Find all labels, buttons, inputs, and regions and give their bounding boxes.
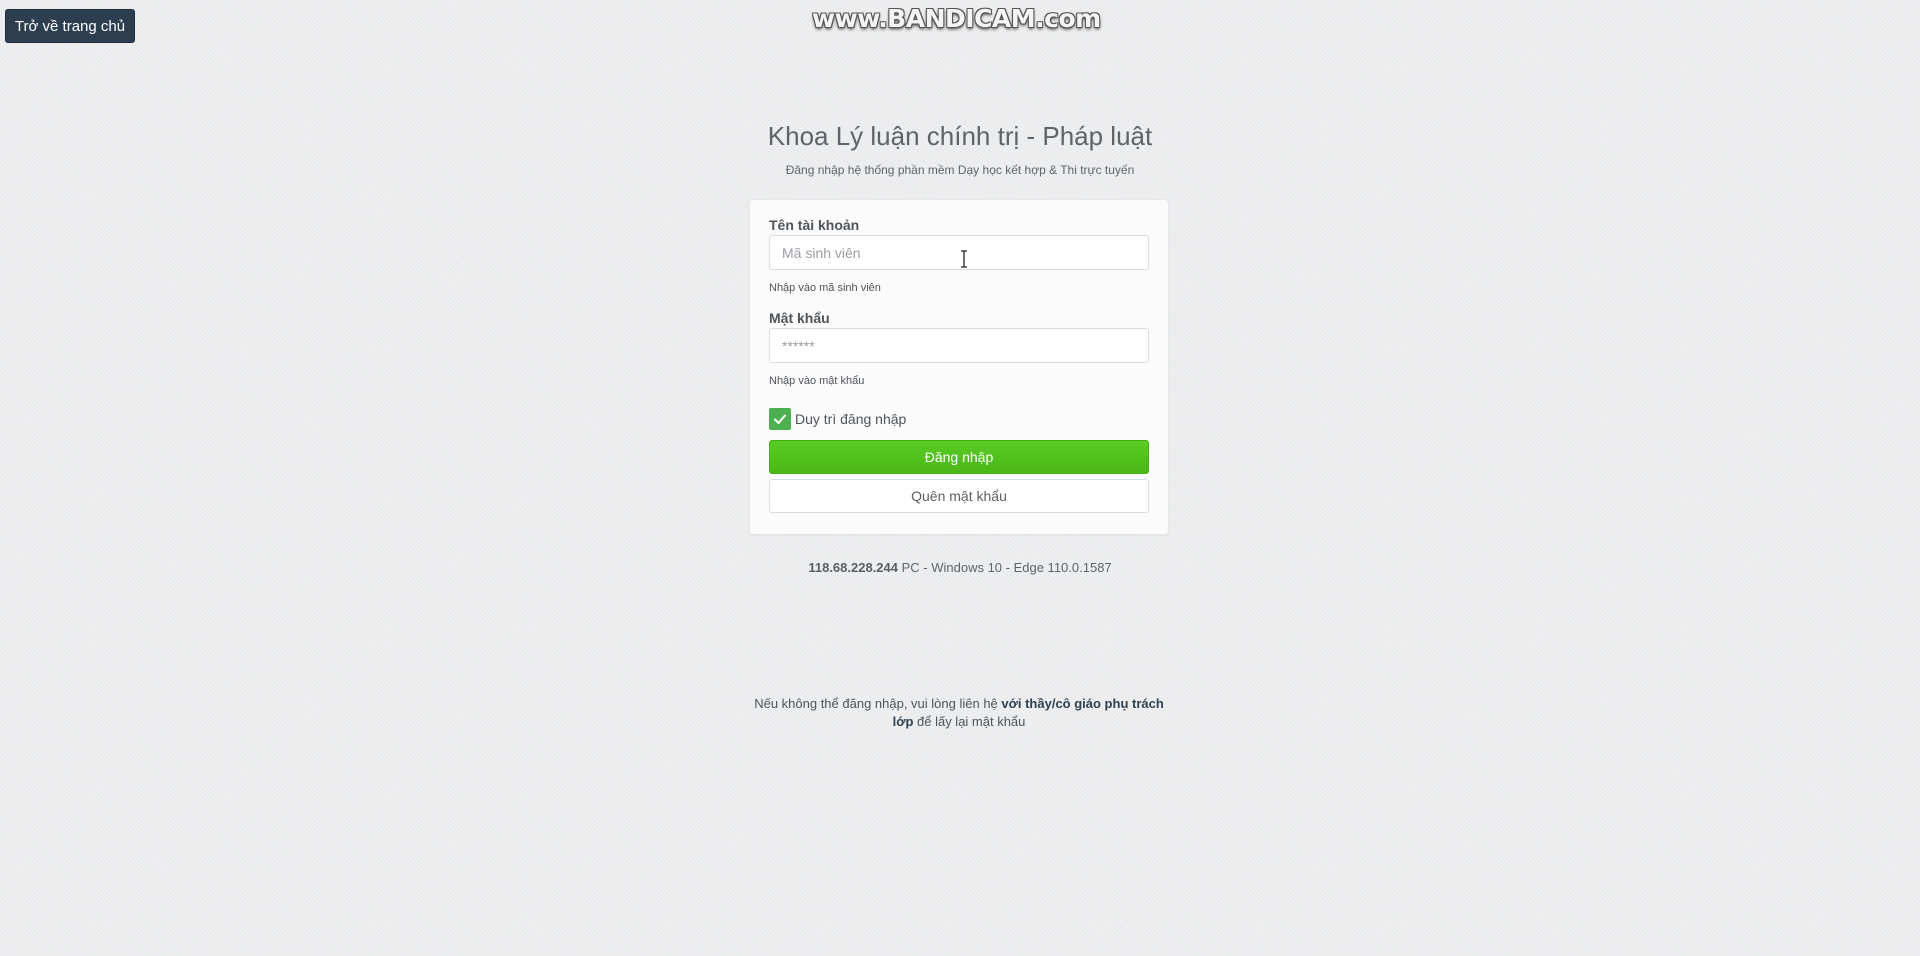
text-cursor-icon (961, 250, 967, 268)
password-input[interactable] (769, 328, 1149, 363)
client-details: PC - Windows 10 - Edge 110.0.1587 (898, 560, 1112, 575)
password-help-text: Nhập vào mật khẩu (769, 375, 865, 387)
bandicam-watermark: www.BANDICAM.com (812, 4, 1101, 33)
back-to-home-button[interactable]: Trở về trang chủ (5, 9, 135, 43)
remember-me-row[interactable]: Duy trì đăng nhập (769, 408, 906, 430)
remember-me-checkbox[interactable] (769, 408, 791, 430)
password-label: Mật khẩu (769, 310, 830, 326)
footer-note: Nếu không thể đăng nhập, vui lòng liên h… (749, 695, 1169, 731)
client-ip: 118.68.228.244 (808, 560, 898, 575)
check-icon (774, 414, 786, 424)
forgot-password-button[interactable]: Quên mật khẩu (769, 479, 1149, 513)
page-title: Khoa Lý luận chính trị - Pháp luật (767, 121, 1153, 151)
remember-me-label: Duy trì đăng nhập (795, 411, 907, 427)
login-button[interactable]: Đăng nhập (769, 440, 1149, 474)
username-label: Tên tài khoản (769, 217, 860, 233)
username-help-text: Nhập vào mã sinh viên (769, 282, 881, 294)
footer-suffix: để lấy lại mật khẩu (913, 714, 1026, 729)
footer-prefix: Nếu không thể đăng nhập, vui lòng liên h… (754, 696, 1002, 711)
page-subtitle: Đăng nhập hệ thống phần mềm Dạy học kết … (785, 163, 1135, 177)
client-info: 118.68.228.244 PC - Windows 10 - Edge 11… (0, 560, 1920, 575)
